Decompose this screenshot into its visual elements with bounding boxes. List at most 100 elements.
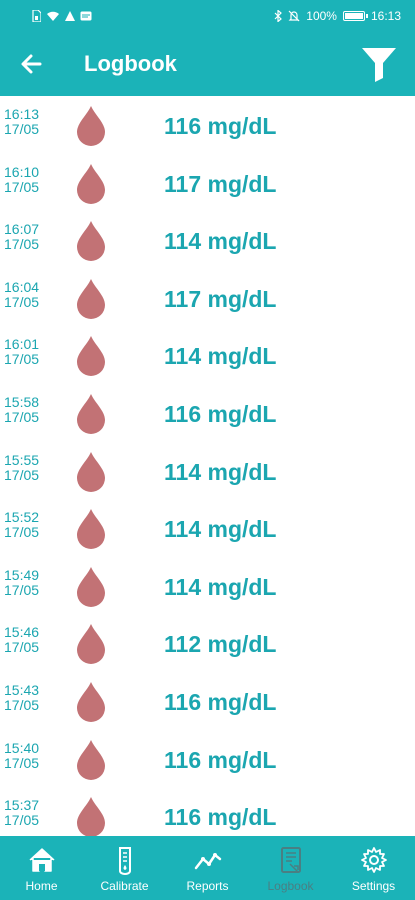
log-entry-date: 17/05 bbox=[4, 812, 40, 829]
log-entry-time: 15:43 bbox=[4, 681, 40, 698]
log-entry[interactable]: 15:58 17/05 116 mg/dL bbox=[0, 384, 415, 442]
log-entry-date: 17/05 bbox=[4, 581, 40, 598]
blood-drop-icon bbox=[77, 221, 105, 262]
back-button[interactable] bbox=[18, 50, 46, 78]
log-entry[interactable]: 16:13 17/05 116 mg/dL bbox=[0, 96, 415, 154]
blood-drop-icon bbox=[77, 451, 105, 492]
log-entry[interactable]: 16:07 17/05 114 mg/dL bbox=[0, 211, 415, 269]
blood-drop-icon bbox=[77, 797, 105, 836]
blood-drop-icon bbox=[77, 393, 105, 434]
filter-button[interactable] bbox=[359, 44, 399, 84]
glucose-value: 116 mg/dL bbox=[164, 400, 277, 427]
filter-icon bbox=[362, 48, 396, 82]
wifi-icon bbox=[47, 11, 59, 21]
log-entry-time: 15:49 bbox=[4, 566, 40, 583]
log-entry-time: 16:07 bbox=[4, 221, 40, 238]
app-bar: Logbook bbox=[0, 32, 415, 96]
log-entry-date: 17/05 bbox=[4, 524, 40, 541]
blood-drop-icon bbox=[77, 163, 105, 204]
glucose-value: 116 mg/dL bbox=[164, 804, 277, 831]
glucose-value: 116 mg/dL bbox=[164, 746, 277, 773]
log-entry-time: 15:52 bbox=[4, 509, 40, 526]
log-entry-time: 15:55 bbox=[4, 451, 40, 468]
blood-drop-icon bbox=[77, 566, 105, 607]
glucose-value: 116 mg/dL bbox=[164, 688, 277, 715]
glucose-value: 114 mg/dL bbox=[164, 516, 277, 543]
log-entry-date: 17/05 bbox=[4, 639, 40, 656]
nav-label: Logbook bbox=[267, 879, 314, 893]
log-entry-date: 17/05 bbox=[4, 351, 40, 368]
nav-item-settings[interactable]: Settings bbox=[332, 836, 415, 900]
log-entry-time: 16:10 bbox=[4, 163, 40, 180]
nav-label: Calibrate bbox=[100, 879, 149, 893]
blood-drop-icon bbox=[77, 106, 105, 146]
battery-percent: 100% bbox=[306, 9, 337, 23]
log-entry[interactable]: 15:49 17/05 114 mg/dL bbox=[0, 557, 415, 615]
nav-item-home[interactable]: Home bbox=[0, 836, 83, 900]
log-entry-date: 17/05 bbox=[4, 754, 40, 771]
log-entry-datetime: 15:46 17/05 bbox=[4, 625, 39, 655]
nav-label: Home bbox=[25, 879, 58, 893]
log-entry[interactable]: 16:04 17/05 117 mg/dL bbox=[0, 269, 415, 327]
glucose-value: 117 mg/dL bbox=[164, 170, 277, 197]
log-entry-date: 17/05 bbox=[4, 408, 40, 425]
log-entry-datetime: 16:07 17/05 bbox=[4, 222, 39, 252]
log-entry[interactable]: 15:52 17/05 114 mg/dL bbox=[0, 499, 415, 557]
gear-icon bbox=[360, 847, 387, 873]
nav-item-calibrate[interactable]: Calibrate bbox=[83, 836, 166, 900]
logbook-icon bbox=[280, 847, 301, 873]
page-title: Logbook bbox=[84, 51, 177, 76]
glucose-value: 114 mg/dL bbox=[164, 573, 277, 600]
log-entry-date: 17/05 bbox=[4, 293, 40, 310]
glucose-value: 116 mg/dL bbox=[164, 113, 277, 139]
log-entry-time: 15:40 bbox=[4, 739, 40, 756]
log-entry[interactable]: 15:37 17/05 116 mg/dL bbox=[0, 787, 415, 836]
glucose-value: 112 mg/dL bbox=[164, 631, 277, 658]
blood-drop-icon bbox=[77, 336, 105, 377]
blood-drop-icon bbox=[77, 509, 105, 550]
blood-drop-icon bbox=[77, 681, 105, 722]
battery-fill bbox=[344, 13, 363, 19]
log-entry-date: 17/05 bbox=[4, 121, 40, 137]
log-entry-datetime: 15:43 17/05 bbox=[4, 681, 40, 713]
log-entry[interactable]: 15:43 17/05 116 mg/dL bbox=[0, 672, 415, 730]
glucose-value: 114 mg/dL bbox=[164, 343, 277, 370]
battery-icon bbox=[342, 11, 368, 21]
log-entry-date: 17/05 bbox=[4, 696, 40, 713]
log-entry[interactable]: 15:40 17/05 116 mg/dL bbox=[0, 730, 415, 788]
log-entry-date: 17/05 bbox=[4, 178, 40, 195]
reports-icon bbox=[194, 853, 221, 870]
log-entry-time: 15:58 bbox=[4, 393, 40, 410]
log-entry-time: 16:13 bbox=[4, 106, 40, 122]
status-right-icons: 100% 16:13 bbox=[274, 9, 401, 23]
logbook-list[interactable]: 16:13 17/05 116 mg/dL 16:10 17/05 117 mg… bbox=[0, 96, 415, 836]
log-entry-datetime: 16:01 17/05 bbox=[4, 337, 39, 367]
log-entry-date: 17/05 bbox=[4, 236, 40, 253]
nav-label: Settings bbox=[351, 879, 396, 893]
log-entry[interactable]: 15:46 17/05 112 mg/dL bbox=[0, 614, 415, 672]
log-entry[interactable]: 15:55 17/05 114 mg/dL bbox=[0, 442, 415, 500]
blood-drop-icon bbox=[77, 278, 105, 319]
status-time: 16:13 bbox=[370, 9, 401, 23]
log-entry-time: 15:46 bbox=[4, 624, 40, 641]
nav-label: Reports bbox=[186, 879, 229, 893]
glucose-value: 114 mg/dL bbox=[164, 228, 277, 255]
log-entry-datetime: 16:13 17/05 bbox=[4, 107, 39, 137]
log-entry-datetime: 16:04 17/05 bbox=[4, 278, 40, 310]
log-entry-time: 16:04 bbox=[4, 278, 40, 295]
mute-icon bbox=[288, 10, 300, 22]
log-entry-date: 17/05 bbox=[4, 466, 40, 483]
notification-icon bbox=[65, 10, 75, 21]
log-entry[interactable]: 16:01 17/05 114 mg/dL bbox=[0, 326, 415, 384]
log-entry-datetime: 15:58 17/05 bbox=[4, 393, 40, 425]
log-entry-datetime: 16:10 17/05 bbox=[4, 163, 40, 195]
log-entry-datetime: 15:49 17/05 bbox=[4, 566, 40, 598]
arrow-left-icon bbox=[21, 54, 42, 74]
calibrate-icon bbox=[118, 847, 131, 875]
nav-item-logbook[interactable]: Logbook bbox=[249, 836, 332, 900]
log-entry-datetime: 15:55 17/05 bbox=[4, 451, 40, 483]
log-entry[interactable]: 16:10 17/05 117 mg/dL bbox=[0, 154, 415, 212]
message-icon bbox=[80, 11, 92, 21]
nav-item-reports[interactable]: Reports bbox=[166, 836, 249, 900]
glucose-value: 114 mg/dL bbox=[164, 458, 277, 485]
